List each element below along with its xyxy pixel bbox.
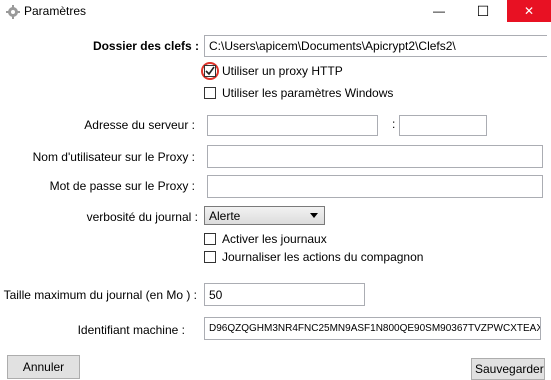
save-button[interactable]: Sauvegarder <box>471 358 545 380</box>
machine-id-label: Identifiant machine : <box>77 323 185 337</box>
close-icon: ✕ <box>523 4 535 18</box>
max-log-size-input[interactable]: 50 <box>204 283 365 306</box>
enable-logs-label: Activer les journaux <box>222 232 327 246</box>
proxy-password-label: Mot de passe sur le Proxy : <box>49 179 195 193</box>
machine-id-value: D96QZQGHM3NR4FNC25MN9ASF1N800QE90SM90367… <box>209 323 541 334</box>
log-verbosity-value: Alerte <box>209 208 241 223</box>
title-bar: Paramètres — ☐ ✕ <box>0 0 551 24</box>
close-button[interactable]: ✕ <box>507 0 551 22</box>
cancel-button-label: Annuler <box>22 360 65 374</box>
minimize-icon: — <box>433 4 445 18</box>
port-separator: : <box>392 117 396 131</box>
windows-settings-checkbox[interactable] <box>204 87 216 99</box>
log-companion-checkbox[interactable] <box>204 251 216 263</box>
proxy-checkbox-label: Utiliser un proxy HTTP <box>222 64 343 78</box>
port-input[interactable] <box>399 115 487 136</box>
proxy-checkbox[interactable] <box>204 65 216 77</box>
max-log-size-label: Taille maximum du journal (en Mo ) : <box>3 288 197 302</box>
proxy-user-input[interactable] <box>207 145 543 168</box>
save-button-label: Sauvegarder <box>475 362 544 376</box>
log-companion-label: Journaliser les actions du compagnon <box>222 250 424 264</box>
log-verbosity-label: verbosité du journal : <box>86 210 198 224</box>
chevron-down-icon <box>310 213 318 218</box>
checkmark-icon <box>205 66 215 76</box>
window-title: Paramètres <box>24 4 87 18</box>
maximize-icon: ☐ <box>476 2 490 19</box>
minimize-button[interactable]: — <box>417 0 461 22</box>
max-log-size-value: 50 <box>209 287 223 302</box>
folder-path-field[interactable]: C:\Users\apicem\Documents\Apicrypt2\Clef… <box>204 35 547 57</box>
windows-settings-label: Utiliser les paramètres Windows <box>222 86 394 100</box>
proxy-user-label: Nom d'utilisateur sur le Proxy : <box>32 150 195 164</box>
server-input[interactable] <box>207 115 378 136</box>
machine-id-field[interactable]: D96QZQGHM3NR4FNC25MN9ASF1N800QE90SM90367… <box>204 317 541 340</box>
cancel-button[interactable]: Annuler <box>7 355 80 379</box>
enable-logs-checkbox[interactable] <box>204 233 216 245</box>
gear-icon <box>6 5 20 19</box>
log-verbosity-select[interactable]: Alerte <box>204 206 325 225</box>
server-label: Adresse du serveur : <box>84 118 195 132</box>
proxy-password-input[interactable] <box>207 175 543 198</box>
folder-label: Dossier des clefs : <box>92 39 199 53</box>
maximize-button[interactable]: ☐ <box>461 0 505 22</box>
folder-path-value: C:\Users\apicem\Documents\Apicrypt2\Clef… <box>209 39 456 53</box>
